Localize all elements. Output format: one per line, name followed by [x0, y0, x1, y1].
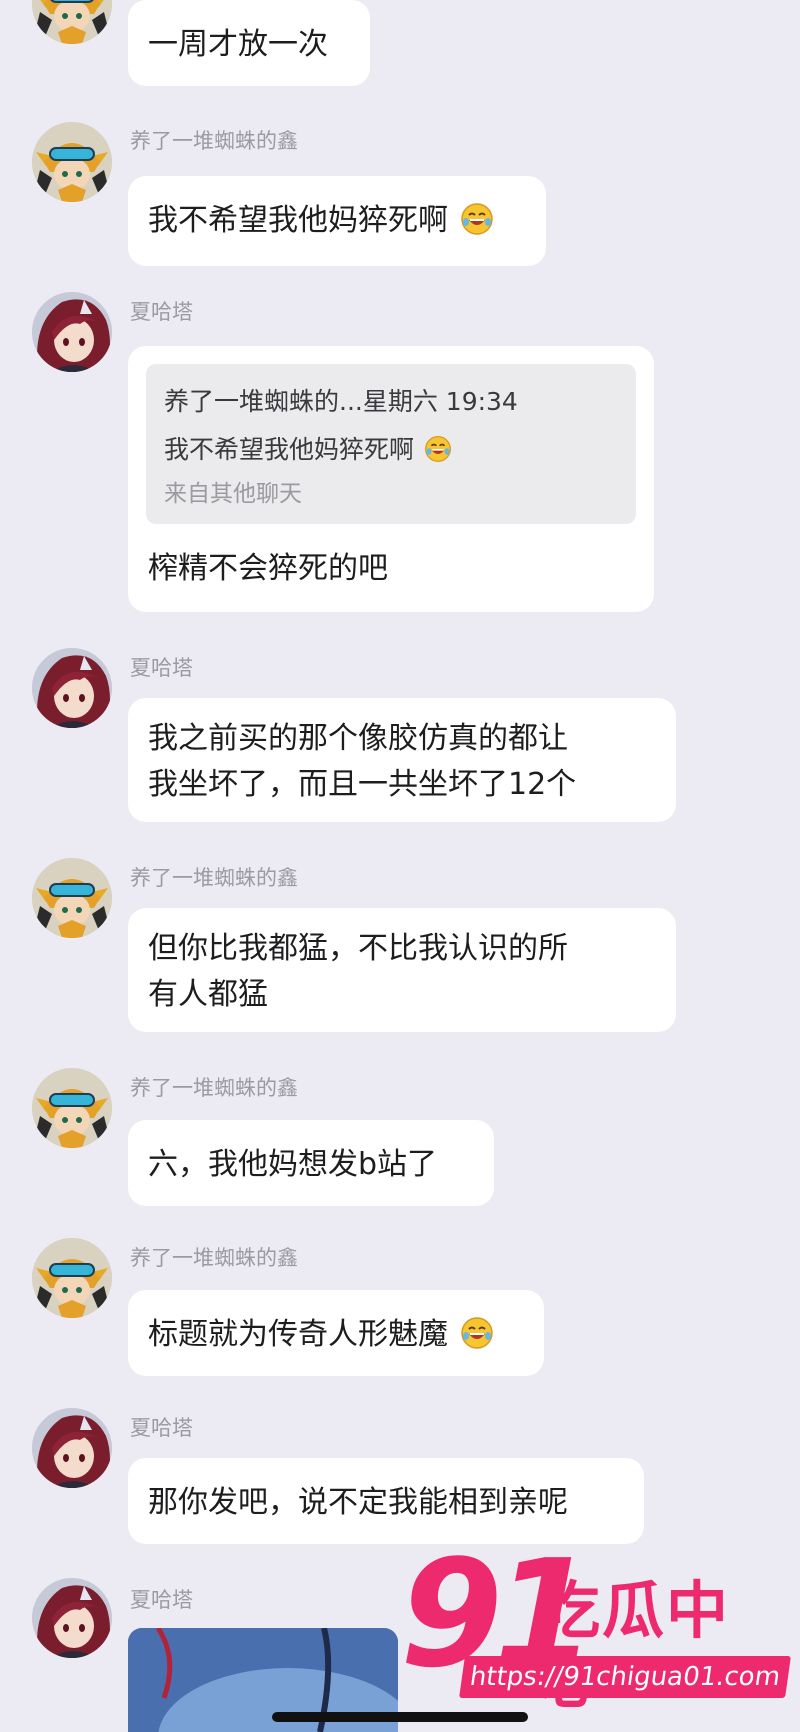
message-text-line: 我坐坏了，而且一共坐坏了12个	[148, 767, 577, 802]
avatar-image	[32, 292, 112, 372]
message-text: 标题就为传奇人形魅魔	[148, 1317, 448, 1352]
sender-name: 夏哈塔	[130, 300, 193, 324]
quote-header: 养了一堆蜘蛛的...星期六 19:34	[164, 387, 518, 416]
sender-name: 夏哈塔	[130, 656, 193, 680]
sender-name: 养了一堆蜘蛛的鑫	[130, 1246, 298, 1270]
sender-name: 养了一堆蜘蛛的鑫	[130, 129, 298, 153]
sender-name: 夏哈塔	[130, 1588, 193, 1612]
contact-avatar-xin[interactable]	[32, 0, 112, 44]
laughing-tears-emoji-icon	[460, 203, 493, 235]
message-bubble-2[interactable]: 我不希望我他妈猝死啊	[128, 176, 546, 266]
message-bubble-4[interactable]: 我之前买的那个像胶仿真的都让 我坐坏了，而且一共坐坏了12个	[128, 698, 676, 822]
contact-avatar-xin[interactable]	[32, 122, 112, 202]
message-text-line: 但你比我都猛，不比我认识的所	[148, 931, 568, 966]
quote-text: 我不希望我他妈猝死啊	[164, 435, 415, 464]
sender-name: 养了一堆蜘蛛的鑫	[130, 1076, 298, 1100]
avatar-image	[32, 858, 112, 938]
contact-avatar-xia[interactable]	[32, 1408, 112, 1488]
avatar-image	[32, 1408, 112, 1488]
message-text: 那你发吧，说不定我能相到亲呢	[148, 1485, 568, 1520]
message-bubble-7[interactable]: 标题就为传奇人形魅魔	[128, 1290, 544, 1376]
contact-avatar-xia[interactable]	[32, 292, 112, 372]
sender-name: 养了一堆蜘蛛的鑫	[130, 866, 298, 890]
watermark-url: https://91chigua01.com	[459, 1656, 791, 1698]
site-watermark: 91 吃瓜中心 https://91chigua01.com	[400, 1540, 792, 1716]
contact-avatar-xin[interactable]	[32, 1238, 112, 1318]
contact-avatar-xin[interactable]	[32, 858, 112, 938]
avatar-image	[32, 0, 112, 44]
quote-text-line: 我不希望我他妈猝死啊	[164, 426, 618, 474]
message-text: 我不希望我他妈猝死啊	[148, 203, 448, 238]
laughing-tears-emoji-icon	[424, 435, 452, 463]
avatar-image	[32, 648, 112, 728]
message-text: 六，我他妈想发b站了	[148, 1147, 438, 1182]
message-text-line: 我之前买的那个像胶仿真的都让	[148, 721, 568, 756]
avatar-image	[32, 122, 112, 202]
message-text-line: 有人都猛	[148, 977, 268, 1012]
contact-avatar-xin[interactable]	[32, 1068, 112, 1148]
quoted-message[interactable]: 养了一堆蜘蛛的...星期六 19:34 我不希望我他妈猝死啊 来自其他聊天	[146, 364, 636, 524]
home-indicator[interactable]	[272, 1712, 528, 1722]
message-text: 榨精不会猝死的吧	[148, 551, 388, 586]
laughing-tears-emoji-icon	[460, 1317, 493, 1349]
reply-message-bubble[interactable]: 养了一堆蜘蛛的...星期六 19:34 我不希望我他妈猝死啊 来自其他聊天 榨精…	[128, 346, 654, 612]
quote-source: 来自其他聊天	[164, 481, 302, 507]
avatar-image	[32, 1068, 112, 1148]
message-bubble-5[interactable]: 但你比我都猛，不比我认识的所 有人都猛	[128, 908, 676, 1032]
sender-name: 夏哈塔	[130, 1416, 193, 1440]
message-bubble-1[interactable]: 一周才放一次	[128, 0, 370, 86]
contact-avatar-xia[interactable]	[32, 1578, 112, 1658]
message-bubble-6[interactable]: 六，我他妈想发b站了	[128, 1120, 494, 1206]
avatar-image	[32, 1578, 112, 1658]
contact-avatar-xia[interactable]	[32, 648, 112, 728]
avatar-image	[32, 1238, 112, 1318]
message-text: 一周才放一次	[148, 27, 328, 62]
